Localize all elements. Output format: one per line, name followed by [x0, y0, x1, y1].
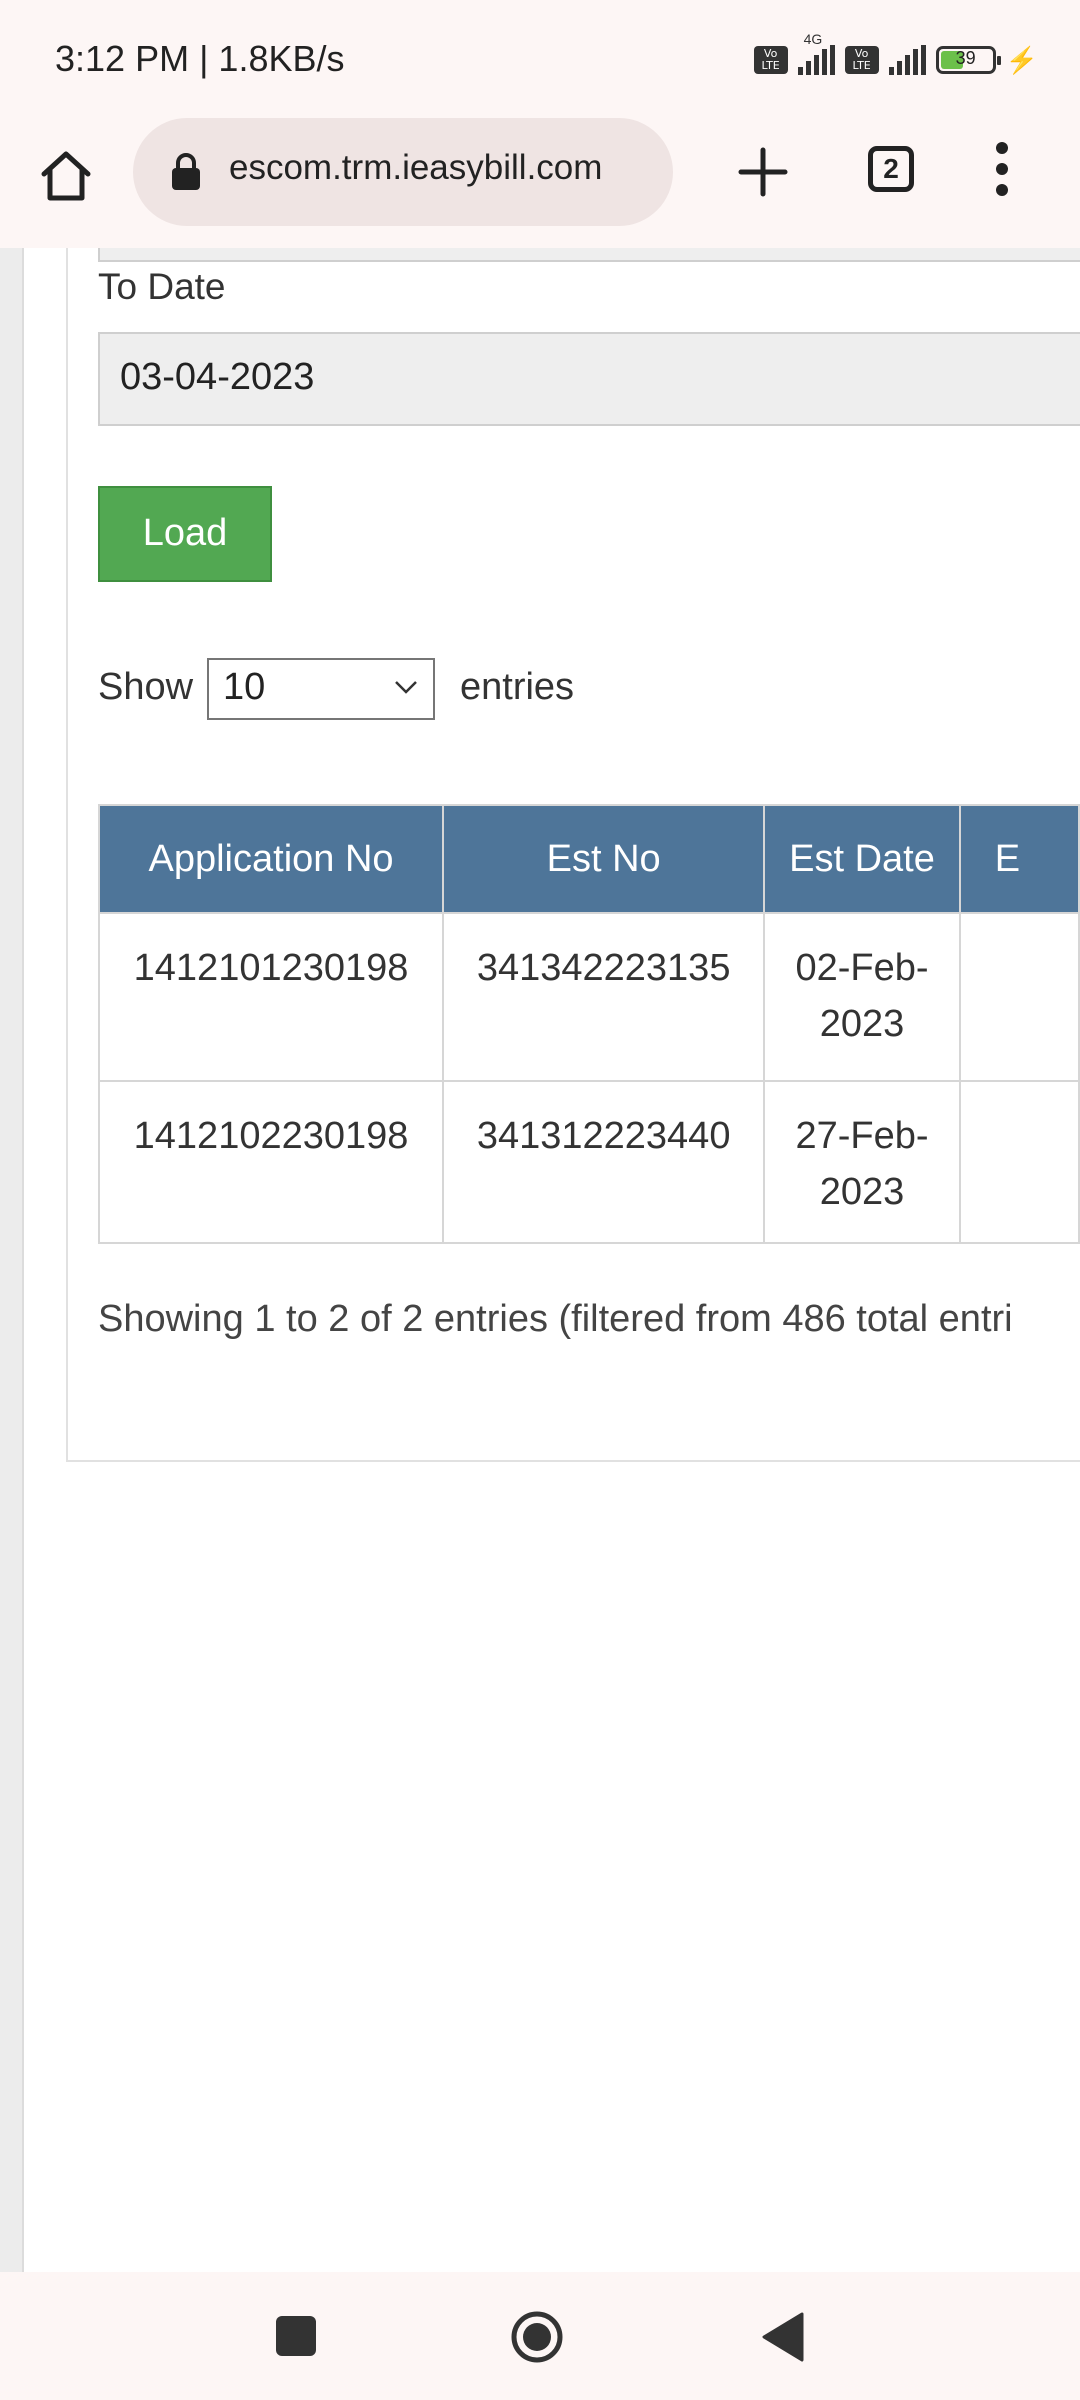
- cell-application-no: 1412101230198: [97, 912, 445, 1082]
- table-header-row: Application No Est No Est Date E: [97, 804, 1080, 914]
- cell-est-date: 27-Feb-2023: [763, 1080, 961, 1244]
- battery-percent: 39: [955, 48, 976, 68]
- volte-icon-2: Vo LTE: [844, 46, 879, 74]
- status-bar: 3:12 PM | 1.8KB/s Vo LTE 4G Vo LTE 39 ⚡: [0, 0, 1080, 118]
- header-est-date[interactable]: Est Date: [763, 804, 961, 914]
- back-icon[interactable]: [758, 2310, 808, 2364]
- table-info: Showing 1 to 2 of 2 entries (filtered fr…: [98, 1298, 1013, 1340]
- table-row: 1412101230198 341342223135 02-Feb-2023: [97, 912, 1080, 1082]
- cell-est-no: 341342223135: [442, 912, 766, 1082]
- tab-switcher-button[interactable]: 2: [868, 146, 914, 192]
- cell-est-no: 341312223440: [442, 1080, 766, 1244]
- page-size-select[interactable]: 10: [207, 658, 435, 720]
- show-label: Show: [98, 666, 194, 708]
- header-est-no[interactable]: Est No: [442, 804, 766, 914]
- nav-home-icon[interactable]: [510, 2310, 564, 2364]
- cell-application-no: 1412102230198: [97, 1080, 445, 1244]
- cell-est-date: 02-Feb-2023: [763, 912, 961, 1082]
- entries-label: entries: [460, 666, 575, 708]
- new-tab-icon[interactable]: [735, 144, 791, 200]
- page-size-value: 10: [223, 666, 266, 708]
- header-application-no[interactable]: Application No: [97, 804, 445, 914]
- web-page: To Date 03-04-2023 Load Show 10 entries …: [0, 248, 1080, 2272]
- signal-2-icon: [888, 45, 926, 75]
- left-rail: [0, 248, 24, 2272]
- browser-toolbar: escom.trm.ieasybill.com 2: [0, 118, 1080, 248]
- battery-icon: 39: [935, 46, 1001, 74]
- more-menu-icon[interactable]: [990, 142, 1014, 206]
- url-text[interactable]: escom.trm.ieasybill.com: [229, 148, 659, 188]
- to-date-input[interactable]: 03-04-2023: [98, 332, 1080, 426]
- home-icon[interactable]: [36, 146, 96, 206]
- recent-apps-icon[interactable]: [276, 2316, 316, 2356]
- to-date-label: To Date: [98, 266, 226, 307]
- from-date-input-edge[interactable]: [98, 248, 1080, 262]
- load-button[interactable]: Load: [98, 486, 272, 582]
- system-nav-bar: [0, 2272, 1080, 2400]
- lock-icon[interactable]: [169, 152, 203, 192]
- chevron-down-icon: [395, 681, 417, 694]
- signal-1-icon: 4G: [797, 31, 835, 75]
- cell-truncated: [958, 912, 1080, 1082]
- header-truncated[interactable]: E: [958, 804, 1080, 914]
- charging-icon: ⚡: [1005, 44, 1038, 75]
- volte-icon: Vo LTE: [753, 46, 788, 74]
- address-bar[interactable]: escom.trm.ieasybill.com: [133, 118, 673, 226]
- cell-truncated: [958, 1080, 1080, 1244]
- network-type: 4G: [803, 31, 823, 47]
- table-row: 1412102230198 341312223440 27-Feb-2023: [97, 1080, 1080, 1244]
- status-time: 3:12 PM | 1.8KB/s: [55, 38, 345, 79]
- status-icons: Vo LTE 4G Vo LTE 39 ⚡: [753, 31, 1038, 78]
- estimates-table: Application No Est No Est Date E 1412101…: [97, 804, 1080, 1244]
